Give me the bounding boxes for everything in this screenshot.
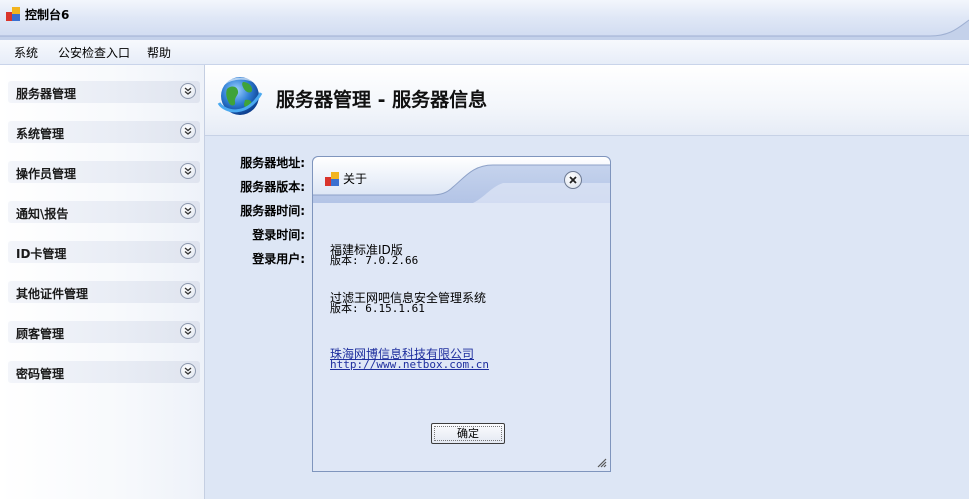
sidebar-item-label: 系统管理	[16, 127, 65, 141]
ok-button-label: 确定	[434, 426, 502, 441]
sidebar-item-label: 其他证件管理	[16, 287, 89, 301]
dialog-title: 关于	[343, 172, 368, 186]
page-header: 服务器管理 - 服务器信息	[205, 65, 969, 136]
globe-icon	[217, 77, 263, 115]
chevron-down-icon[interactable]	[180, 363, 196, 379]
chevron-down-icon[interactable]	[180, 203, 196, 219]
sidebar-item-notifications-reports[interactable]: 通知\报告	[8, 201, 200, 223]
menu-help[interactable]: 帮助	[147, 44, 171, 61]
sidebar-item-operator-management[interactable]: 操作员管理	[8, 161, 200, 183]
chevron-down-icon[interactable]	[180, 83, 196, 99]
menu-police-inspection[interactable]: 公安检查入口	[58, 44, 130, 61]
chevron-down-icon[interactable]	[180, 123, 196, 139]
sidebar-item-id-card-management[interactable]: ID卡管理	[8, 241, 200, 263]
sidebar-item-label: 服务器管理	[16, 87, 77, 101]
resize-grip-icon[interactable]	[595, 456, 607, 468]
title-bar-decoration	[0, 19, 969, 40]
sidebar-item-label: 顾客管理	[16, 327, 65, 341]
dialog-title-bar[interactable]: 关于	[313, 157, 610, 203]
website-link[interactable]: http://www.netbox.com.cn	[330, 359, 489, 371]
ok-button[interactable]: 确定	[431, 423, 505, 444]
sidebar-item-label: 通知\报告	[16, 207, 69, 221]
page-title: 服务器管理 - 服务器信息	[276, 89, 488, 111]
menu-bar: 系统 公安检查入口 帮助	[0, 40, 969, 65]
login-time-label: 登录时间:	[252, 228, 305, 242]
chevron-down-icon[interactable]	[180, 163, 196, 179]
product1-version: 版本: 7.0.2.66	[330, 254, 419, 267]
sidebar-item-label: 密码管理	[16, 367, 65, 381]
about-dialog: 关于 福建标准ID版 版本: 7.0.2.66 过滤王网吧信息安全管理系统 版本…	[312, 156, 611, 472]
sidebar: 服务器管理 系统管理 操作员管理 通知\报告 ID卡管理 其他证件管理 顾客管理…	[0, 65, 205, 499]
close-icon[interactable]	[564, 171, 582, 189]
sidebar-item-label: 操作员管理	[16, 167, 77, 181]
about-app-icon	[325, 172, 339, 186]
chevron-down-icon[interactable]	[180, 243, 196, 259]
window-title: 控制台6	[25, 8, 70, 22]
server-time-label: 服务器时间:	[240, 204, 305, 218]
chevron-down-icon[interactable]	[180, 323, 196, 339]
server-address-label: 服务器地址:	[240, 156, 305, 170]
sidebar-item-other-documents[interactable]: 其他证件管理	[8, 281, 200, 303]
product2-version: 版本: 6.15.1.61	[330, 302, 425, 315]
sidebar-item-system-management[interactable]: 系统管理	[8, 121, 200, 143]
title-bar: 控制台6	[0, 0, 969, 40]
sidebar-item-label: ID卡管理	[16, 247, 67, 261]
login-user-label: 登录用户:	[252, 252, 305, 266]
menu-system[interactable]: 系统	[14, 44, 38, 61]
app-icon	[6, 7, 20, 21]
sidebar-item-password-management[interactable]: 密码管理	[8, 361, 200, 383]
server-version-label: 服务器版本:	[240, 180, 305, 194]
sidebar-item-customer-management[interactable]: 顾客管理	[8, 321, 200, 343]
sidebar-item-server-management[interactable]: 服务器管理	[8, 81, 200, 103]
chevron-down-icon[interactable]	[180, 283, 196, 299]
